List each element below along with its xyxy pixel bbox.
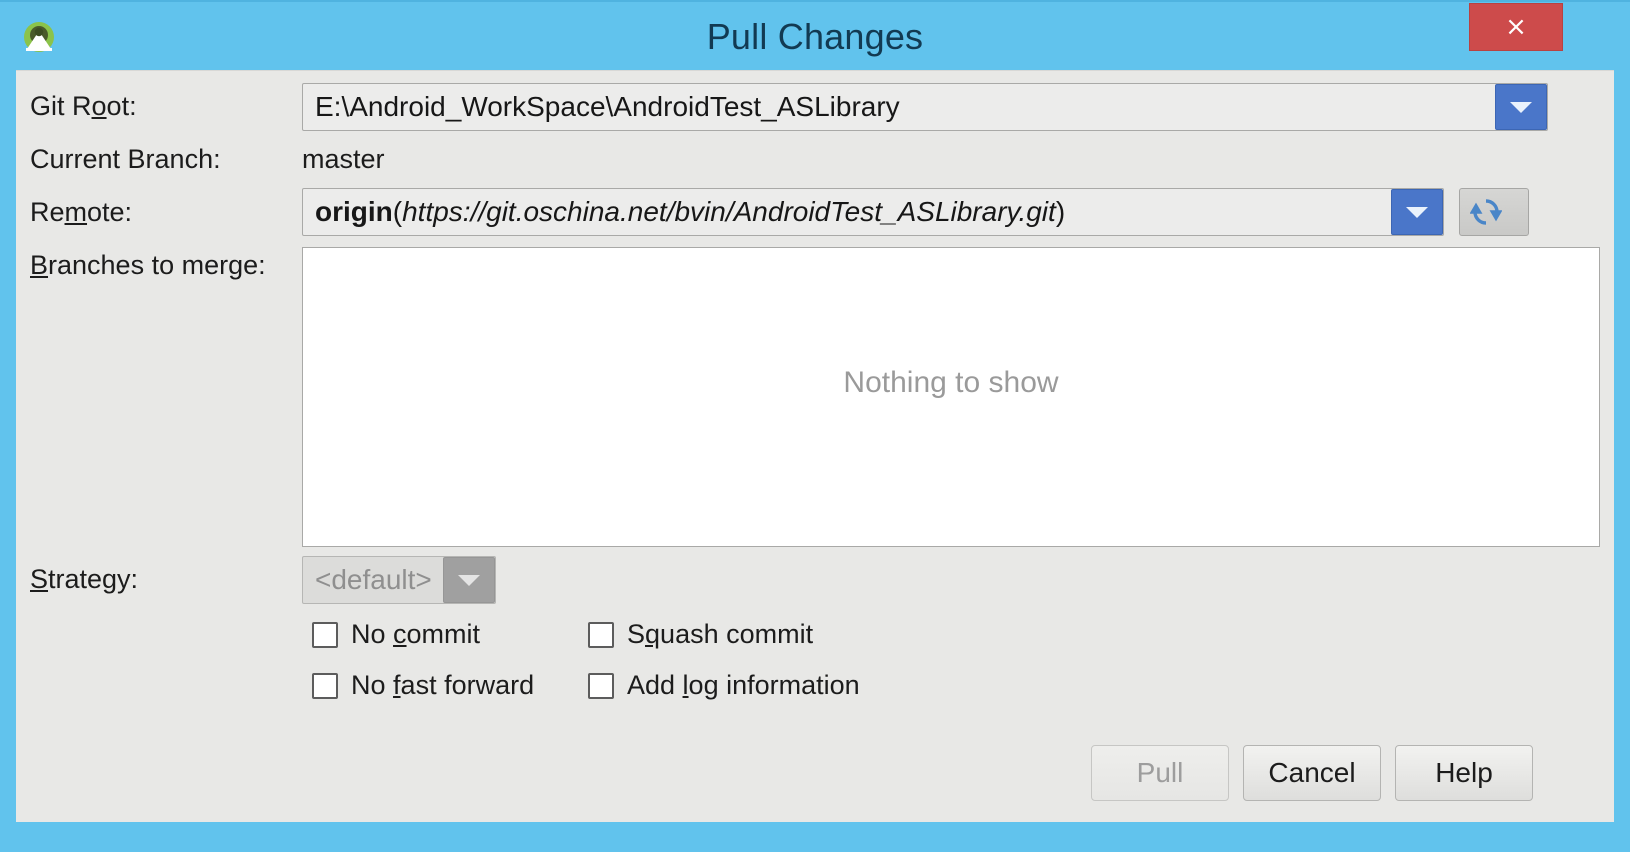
checkbox-box[interactable]: [588, 672, 614, 699]
page-title: Pull Changes: [706, 16, 924, 57]
empty-state-text: Nothing to show: [843, 366, 1059, 399]
help-button[interactable]: Help: [1395, 745, 1533, 801]
branches-list[interactable]: Nothing to show: [302, 247, 1600, 547]
checkbox-label: No fast forward: [351, 670, 535, 700]
current-branch-value: master: [302, 144, 385, 174]
strategy-combo[interactable]: <default>: [302, 556, 496, 604]
checkbox-label: Add log information: [627, 670, 860, 700]
git-root-value: E:\Android_WorkSpace\AndroidTest_ASLibra…: [315, 91, 900, 122]
refresh-remotes-button[interactable]: [1459, 188, 1529, 236]
branches-to-merge-label: Branches to merge:: [30, 250, 266, 280]
checkbox-squash-commit[interactable]: Squash commit: [588, 619, 813, 650]
remote-paren-open: (: [392, 196, 403, 227]
checkbox-box[interactable]: [312, 672, 338, 699]
strategy-value: <default>: [315, 564, 432, 595]
checkbox-label: Squash commit: [627, 619, 814, 649]
checkbox-no-commit[interactable]: No commit: [312, 619, 480, 650]
checkbox-add-log-information[interactable]: Add log information: [588, 670, 860, 701]
close-button[interactable]: ×: [1469, 3, 1563, 51]
dialog-content: Git Root: E:\Android_WorkSpace\AndroidTe…: [16, 70, 1614, 822]
chevron-down-icon[interactable]: [1495, 84, 1547, 130]
strategy-label: Strategy:: [30, 564, 139, 594]
remote-label: Remote:: [30, 197, 133, 227]
checkbox-no-fast-forward[interactable]: No fast forward: [312, 670, 534, 701]
remote-url: https://git.oschina.net/bvin/AndroidTest…: [402, 196, 1056, 227]
cancel-button[interactable]: Cancel: [1243, 745, 1381, 801]
git-root-label: Git Root:: [30, 91, 137, 121]
refresh-icon: [1470, 199, 1502, 225]
current-branch-label: Current Branch:: [30, 144, 221, 174]
git-root-combo[interactable]: E:\Android_WorkSpace\AndroidTest_ASLibra…: [302, 83, 1548, 131]
checkbox-label: No commit: [351, 619, 481, 649]
chevron-down-icon[interactable]: [443, 557, 495, 603]
pull-changes-dialog: Pull Changes × Git Root: E:\Android_Work…: [0, 0, 1630, 852]
chevron-down-icon[interactable]: [1391, 189, 1443, 235]
remote-combo[interactable]: origin(https://git.oschina.net/bvin/Andr…: [302, 188, 1444, 236]
close-icon: ×: [1505, 12, 1527, 42]
title-bar: Pull Changes ×: [0, 2, 1630, 72]
checkbox-box[interactable]: [588, 621, 614, 648]
remote-name: origin: [315, 196, 393, 227]
checkbox-box[interactable]: [312, 621, 338, 648]
pull-button[interactable]: Pull: [1091, 745, 1229, 801]
remote-value: origin(https://git.oschina.net/bvin/Andr…: [315, 189, 1065, 235]
remote-paren-close: ): [1055, 196, 1066, 227]
